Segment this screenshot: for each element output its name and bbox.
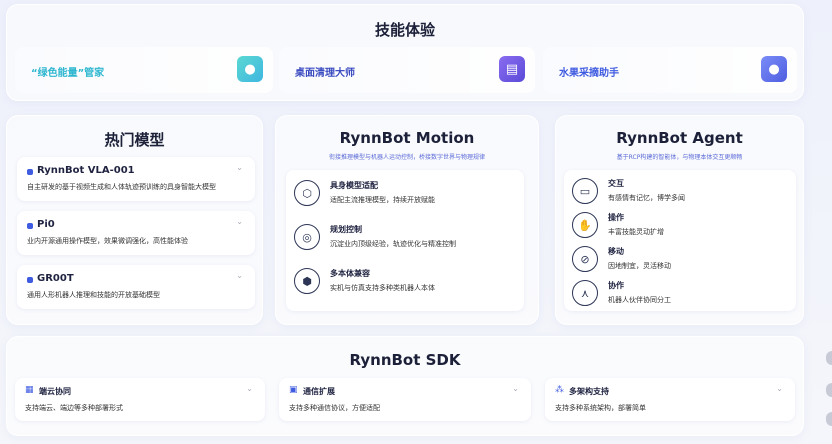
motion-feature-list: ⬡ 具身模型适配 适配主流推理模型，持续开放赋能 ◎ 规划控制 沉淀业内顶级经验…: [286, 170, 524, 311]
model-icon: [27, 277, 33, 283]
feature-item[interactable]: ⬡ 具身模型适配 适配主流推理模型，持续开放赋能: [286, 176, 524, 216]
hot-models-panel: 热门模型 RynnBot VLA-001 自主研发的基于视频生成和人体轨迹预训练…: [6, 115, 263, 325]
sdk-item[interactable]: ▣ 通信扩展 支持多种通信协议，方便适配 ⌄: [279, 378, 531, 421]
skill-green-energy[interactable]: “绿色能量”管家 ●: [15, 47, 273, 93]
hot-models-title: 热门模型: [104, 131, 165, 149]
sdk-item-title: 通信扩展: [303, 387, 335, 396]
chevron-down-icon[interactable]: ⌄: [512, 384, 519, 393]
skill-label: 水果采摘助手: [559, 68, 619, 79]
motion-title: RynnBot Motion: [339, 129, 475, 147]
feature-title: 交互: [608, 179, 624, 188]
model-desc: 自主研发的基于视频生成和人体轨迹预训练的具身智能大模型: [27, 183, 216, 191]
motion-subtitle: 衔接推理模型与机器人运动控制，桥接数字世界与物理规律: [328, 154, 485, 161]
feature-desc: 机器人伙伴协同分工: [608, 296, 671, 304]
model-desc: 业内开源通用操作模型，效果微调强化，高性能体验: [27, 237, 188, 245]
skills-panel: 技能体验 “绿色能量”管家 ● 桌面清理大师 ▤ 水果采摘助手 ●: [6, 4, 804, 101]
skills-title: 技能体验: [374, 21, 435, 39]
sdk-item-desc: 支持端云、端边等多种部署形式: [25, 404, 123, 412]
chevron-down-icon[interactable]: ⌄: [236, 271, 243, 280]
scroll-indicator[interactable]: [826, 383, 832, 397]
feature-desc: 丰富技能灵动扩增: [608, 228, 664, 236]
motion-panel: RynnBot Motion 衔接推理模型与机器人运动控制，桥接数字世界与物理规…: [275, 115, 539, 325]
feature-item[interactable]: ◎ 规划控制 沉淀业内顶级经验，轨迹优化与精准控制: [286, 220, 524, 260]
skill-label: “绿色能量”管家: [31, 68, 105, 79]
agent-title: RynnBot Agent: [616, 129, 743, 147]
feature-title: 规划控制: [330, 225, 362, 234]
sdk-item-desc: 支持多种系统架构，部署简单: [555, 404, 646, 412]
layers-icon: ⬢: [294, 268, 320, 294]
sdk-item[interactable]: ⁂ 多架构支持 支持多种系统架构，部署简单 ⌄: [545, 378, 795, 421]
feature-title: 多本体兼容: [330, 269, 370, 278]
feature-desc: 沉淀业内顶级经验，轨迹优化与精准控制: [330, 240, 456, 248]
feature-desc: 适配主流推理模型，持续开放赋能: [330, 196, 435, 204]
sdk-item-title: 端云协同: [39, 387, 71, 396]
skill-desk-cleaner[interactable]: 桌面清理大师 ▤: [279, 47, 535, 93]
grid-icon: ▦: [25, 385, 34, 395]
compass-icon: ⊘: [572, 246, 598, 272]
nodes-icon: ⁂: [555, 385, 564, 395]
sdk-title: RynnBot SDK: [349, 351, 461, 369]
model-name: Pi0: [37, 219, 55, 230]
target-icon: ◎: [294, 224, 320, 250]
skill-fruit-picking[interactable]: 水果采摘助手 ●: [543, 47, 797, 93]
sdk-item-title: 多架构支持: [569, 387, 609, 396]
scroll-indicator[interactable]: [826, 412, 832, 426]
feature-title: 协作: [608, 281, 624, 290]
feature-title: 具身模型适配: [330, 181, 378, 190]
cube-icon: ⬡: [294, 180, 320, 206]
model-card[interactable]: Pi0 业内开源通用操作模型，效果微调强化，高性能体验 ⌄: [17, 211, 255, 255]
feature-title: 移动: [608, 247, 624, 256]
agent-feature-list: ▭ 交互 有感情有记忆，博学多闻 ✋ 操作 丰富技能灵动扩增 ⊘ 移动 因地制宜…: [564, 170, 796, 311]
feature-title: 操作: [608, 213, 624, 222]
model-desc: 通用人形机器人推理和技能的开放基础模型: [27, 291, 160, 299]
plug-icon: ▣: [289, 385, 298, 395]
agent-panel: RynnBot Agent 基于RCP构建的智能体，与物理本体交互更顺畅 ▭ 交…: [555, 115, 804, 325]
cluster-icon: ●: [237, 56, 263, 82]
model-card[interactable]: RynnBot VLA-001 自主研发的基于视频生成和人体轨迹预训练的具身智能…: [17, 157, 255, 201]
cluster-icon: ●: [761, 56, 787, 82]
model-card[interactable]: GR00T 通用人形机器人推理和技能的开放基础模型 ⌄: [17, 265, 255, 309]
chevron-down-icon[interactable]: ⌄: [246, 384, 253, 393]
model-icon: [27, 169, 33, 175]
feature-item[interactable]: ⋏ 协作 机器人伙伴协同分工: [564, 276, 796, 316]
sdk-item-desc: 支持多种通信协议，方便适配: [289, 404, 380, 412]
skill-label: 桌面清理大师: [295, 68, 355, 79]
chevron-down-icon[interactable]: ⌄: [236, 163, 243, 172]
scroll-indicator[interactable]: [826, 351, 832, 365]
sdk-item[interactable]: ▦ 端云协同 支持端云、端边等多种部署形式 ⌄: [15, 378, 265, 421]
feature-desc: 因地制宜，灵活移动: [608, 262, 671, 270]
chevron-down-icon[interactable]: ⌄: [236, 217, 243, 226]
agent-subtitle: 基于RCP构建的智能体，与物理本体交互更顺畅: [616, 154, 743, 161]
chevron-down-icon[interactable]: ⌄: [776, 384, 783, 393]
feature-item[interactable]: ⬢ 多本体兼容 实机与仿真支持多种类机器人本体: [286, 264, 524, 304]
sdk-panel: RynnBot SDK ▦ 端云协同 支持端云、端边等多种部署形式 ⌄ ▣ 通信…: [6, 336, 804, 436]
network-icon: ⋏: [572, 280, 598, 306]
model-icon: [27, 223, 33, 229]
model-name: RynnBot VLA-001: [37, 165, 135, 176]
document-icon: ▤: [499, 56, 525, 82]
model-name: GR00T: [37, 273, 74, 284]
monitor-icon: ▭: [572, 178, 598, 204]
feature-desc: 有感情有记忆，博学多闻: [608, 194, 685, 202]
feature-desc: 实机与仿真支持多种类机器人本体: [330, 284, 435, 292]
hand-icon: ✋: [572, 212, 598, 238]
